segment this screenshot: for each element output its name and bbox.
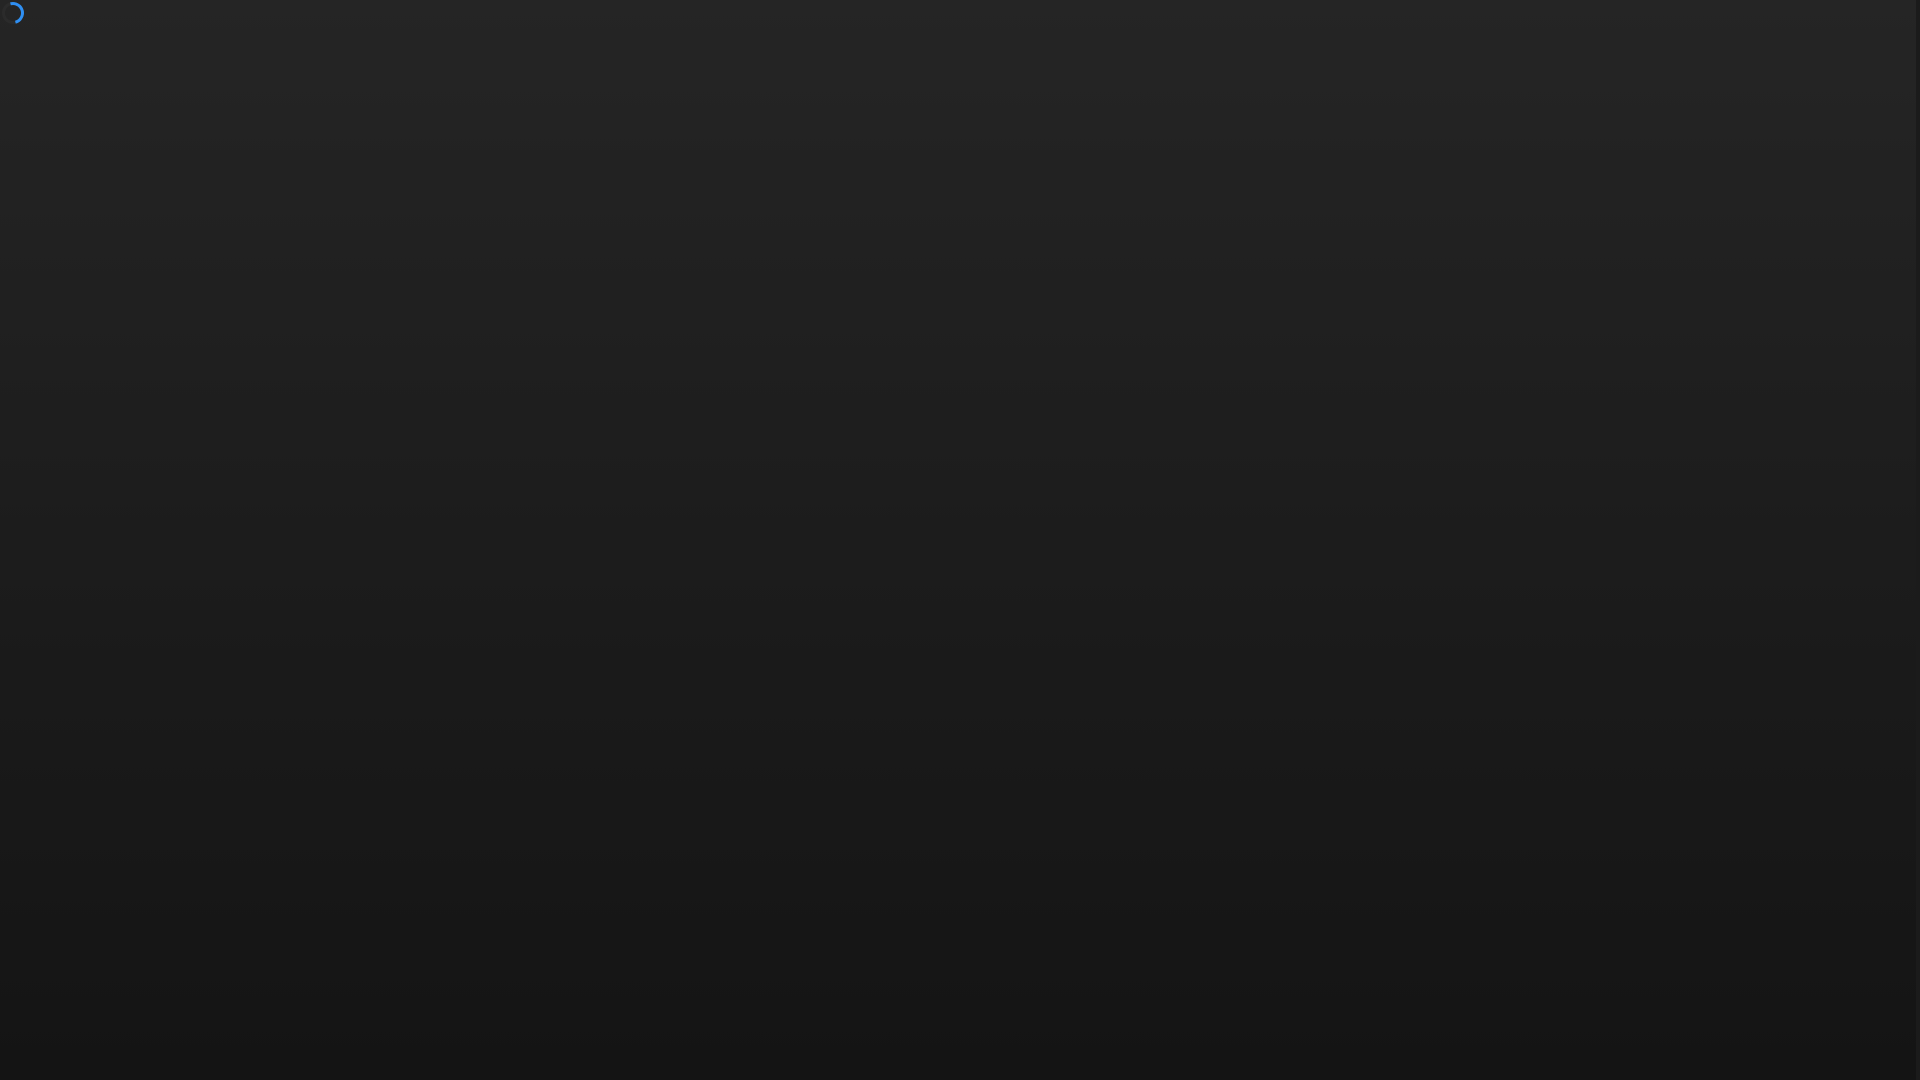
loading-indicator bbox=[0, 0, 32, 32]
loading-screen bbox=[0, 0, 1920, 1080]
window-edge bbox=[1916, 0, 1920, 1080]
blank-content-area bbox=[0, 0, 1920, 1080]
loading-spinner-icon bbox=[0, 0, 29, 29]
